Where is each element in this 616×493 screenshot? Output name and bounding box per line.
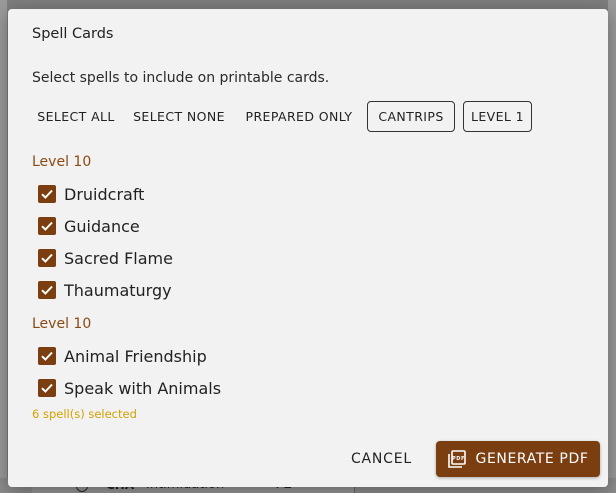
checkmark-icon <box>41 383 53 393</box>
background-left-panel <box>0 0 7 493</box>
checkmark-icon <box>41 253 53 263</box>
checkmark-icon <box>41 285 53 295</box>
checkmark-icon <box>41 351 53 361</box>
spell-name: Speak with Animals <box>64 378 222 398</box>
section-heading: Level 10 <box>32 154 92 170</box>
dialog-title: Spell Cards <box>32 26 114 42</box>
prepared-only-button[interactable]: PREPARED ONLY <box>238 101 360 132</box>
checkbox[interactable] <box>38 249 56 267</box>
svg-text:PDF: PDF <box>451 456 464 462</box>
checkbox[interactable] <box>38 185 56 203</box>
section-heading: Level 10 <box>32 316 92 332</box>
spell-item-sacred-flame[interactable]: Sacred Flame <box>38 248 173 268</box>
checkbox[interactable] <box>38 217 56 235</box>
select-none-button[interactable]: SELECT NONE <box>128 101 230 132</box>
spell-name: Animal Friendship <box>64 346 207 366</box>
background-right-panel <box>608 0 616 493</box>
dialog-actions: CANCEL PDF GENERATE PDF <box>341 441 600 477</box>
level-1-button[interactable]: LEVEL 1 <box>463 101 532 132</box>
generate-pdf-label: GENERATE PDF <box>475 451 589 467</box>
checkmark-icon <box>41 221 53 231</box>
generate-pdf-button[interactable]: PDF GENERATE PDF <box>436 441 600 477</box>
spell-item-druidcraft[interactable]: Druidcraft <box>38 184 144 204</box>
spell-cards-dialog: Spell Cards Select spells to include on … <box>8 9 608 487</box>
cancel-button[interactable]: CANCEL <box>341 441 422 477</box>
spell-name: Sacred Flame <box>64 248 173 268</box>
checkbox[interactable] <box>38 379 56 397</box>
spell-item-guidance[interactable]: Guidance <box>38 216 140 236</box>
pdf-icon: PDF <box>447 450 466 468</box>
spell-name: Druidcraft <box>64 184 145 204</box>
spell-name: Guidance <box>64 216 140 236</box>
spell-item-speak-with-animals[interactable]: Speak with Animals <box>38 378 221 398</box>
checkmark-icon <box>41 189 53 199</box>
spell-item-thaumaturgy[interactable]: Thaumaturgy <box>38 280 172 300</box>
checkbox[interactable] <box>38 347 56 365</box>
dialog-subtitle: Select spells to include on printable ca… <box>32 70 330 86</box>
selected-count: 6 spell(s) selected <box>32 407 137 421</box>
cantrips-button[interactable]: CANTRIPS <box>367 101 455 132</box>
spell-item-animal-friendship[interactable]: Animal Friendship <box>38 346 207 366</box>
select-all-button[interactable]: SELECT ALL <box>32 101 120 132</box>
checkbox[interactable] <box>38 281 56 299</box>
spell-name: Thaumaturgy <box>64 280 172 300</box>
